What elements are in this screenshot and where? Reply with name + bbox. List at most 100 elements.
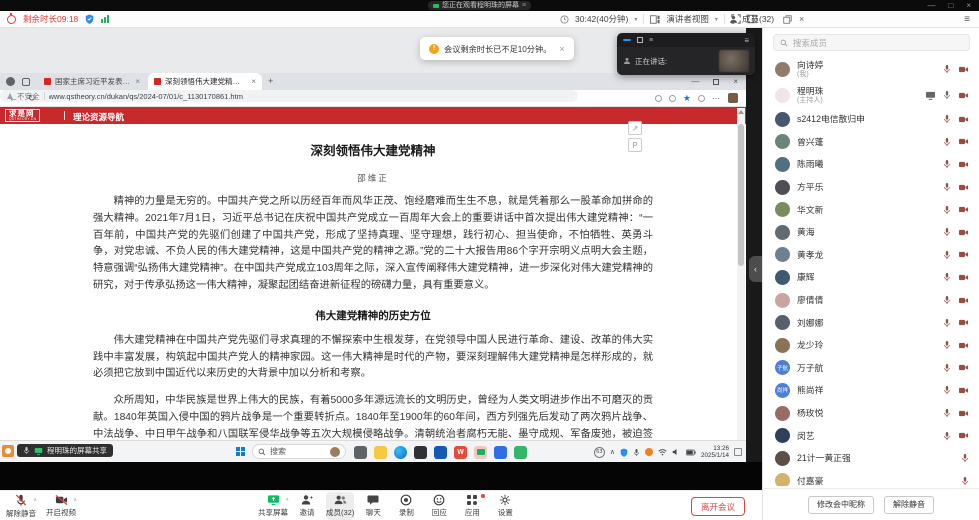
popout-panel-icon[interactable] (783, 15, 792, 24)
header-menu-icon[interactable]: ≡ (964, 11, 970, 27)
mic-off-icon (943, 431, 951, 441)
watching-label: 您正在观看程明珠的屏幕 (442, 1, 519, 10)
meeting-status-group: 剩余时长09:18 (7, 11, 109, 27)
participant-row[interactable]: 华文新 (763, 198, 979, 221)
participant-name: 熊尚祥 (797, 385, 823, 395)
participant-row[interactable]: 廖倩倩 (763, 289, 979, 312)
participant-row[interactable]: 程明珠 (主持人) (763, 82, 979, 108)
participant-row[interactable]: 向诗婷 (我) (763, 56, 979, 82)
article-content: 深刻领悟伟大建党精神 邵维正 精神的力量是无穷的。中国共产党之所以历经百年而风华… (0, 124, 746, 440)
speaking-label: 正在讲话: (635, 56, 667, 67)
badge-menu-icon[interactable]: ≡ (522, 1, 526, 10)
toast-close-icon[interactable]: × (559, 44, 564, 54)
url-field: 不安全 www.qstheory.cn/dukan/qs/2024-07/01/… (0, 90, 578, 102)
record-button[interactable]: 录制 (392, 492, 420, 520)
article-paragraph: 精神的力量是无穷的。中国共产党之所以历经百年而风华正茂、饱经磨难而生生不息，就是… (93, 194, 653, 295)
participant-row[interactable]: 闵艺 (763, 424, 979, 447)
speaker-video-panel[interactable]: ≡ ≡ 正在讲话: (617, 33, 755, 75)
close-button[interactable]: × (966, 0, 971, 11)
reaction-icon (433, 494, 445, 506)
maximize-button[interactable]: □ (948, 0, 953, 11)
panel-unmute-button[interactable]: 解除静音 (884, 496, 934, 514)
back-icon: ← (9, 90, 18, 106)
toast-message: 会议剩余时长已不足10分钟。 (444, 43, 551, 55)
security-shield-icon[interactable] (85, 14, 94, 24)
app-icon (434, 446, 447, 459)
site-logo: 求是网 QSTHEORY.CN (5, 109, 40, 122)
layout-grid-icon[interactable] (637, 37, 643, 43)
duration-caret-icon[interactable]: ▾ (634, 16, 637, 23)
meeting-duration-label[interactable]: 30:42(40分钟) (575, 13, 628, 25)
participant-row[interactable]: 尚祥 熊尚祥 (763, 379, 979, 402)
close-panel-icon[interactable]: × (799, 14, 804, 24)
tray-badge: 63 (594, 447, 605, 458)
speaker-video-thumbnail[interactable] (719, 50, 749, 72)
watching-screen-badge[interactable]: 您正在观看程明珠的屏幕 ≡ (428, 1, 531, 10)
screen-share-icon (925, 91, 936, 100)
screen-share-icon (34, 447, 43, 455)
members-header-group[interactable]: 成员(32) (729, 11, 774, 27)
folder-icon (374, 446, 387, 459)
reactions-button[interactable]: 回应 (425, 492, 453, 520)
participant-row[interactable]: 曾兴蓬 (763, 131, 979, 154)
mic-icon (23, 446, 30, 455)
minimize-button[interactable]: — (927, 0, 935, 11)
chat-button[interactable]: 聊天 (359, 492, 387, 520)
camera-off-icon (958, 250, 969, 259)
remaining-time-label: 剩余时长09:18 (23, 13, 78, 25)
top-title-bar: 您正在观看程明珠的屏幕 ≡ — □ × (0, 0, 979, 11)
participant-row[interactable]: 21计一黄正强 (763, 447, 979, 470)
taskbar-clock: 13:26 2025/1/14 (701, 445, 729, 459)
mic-options-caret[interactable]: ∧ (33, 497, 37, 503)
member-icon (729, 15, 738, 24)
search-members-input[interactable] (793, 38, 943, 48)
app-icon (414, 446, 427, 459)
avatar (775, 157, 790, 172)
participant-row[interactable]: s2412电信散归申 (763, 108, 979, 131)
camera-off-icon (958, 115, 969, 124)
video-panel-menu-icon[interactable]: ≡ (744, 36, 749, 45)
participant-row[interactable]: 龙少玲 (763, 334, 979, 357)
camera-off-icon (958, 318, 969, 327)
mic-off-icon (943, 318, 951, 328)
panel-collapse-handle[interactable]: ‹ (749, 256, 762, 282)
participant-row[interactable]: 刘娜娜 (763, 311, 979, 334)
participant-row[interactable]: 黄孝龙 (763, 244, 979, 267)
participant-row[interactable]: 黄海 (763, 221, 979, 244)
list-view-icon[interactable]: ≡ (649, 37, 653, 44)
invite-button[interactable]: 邀请 (293, 492, 321, 520)
camera-off-icon (958, 273, 969, 282)
minimize-video-icon[interactable] (623, 39, 631, 42)
video-panel-controls: ≡ ≡ (617, 33, 755, 47)
view-mode-label[interactable]: 演讲者视图 (666, 13, 709, 25)
meeting-controls-group: 30:42(40分钟) ▾ 演讲者视图 ▾ (560, 11, 757, 27)
scroll-up-icon (738, 110, 744, 114)
site-nav-label: 理论资源导航 (73, 111, 124, 123)
camera-off-icon (958, 296, 969, 305)
page-url: www.qstheory.cn/dukan/qs/2024-07/01/c_11… (49, 92, 243, 101)
participant-row[interactable]: 子航 万子航 (763, 357, 979, 380)
apps-button[interactable]: 应用 (458, 492, 486, 520)
share-options-caret[interactable]: ∧ (285, 497, 289, 503)
participant-row[interactable]: 康辉 (763, 266, 979, 289)
settings-button[interactable]: 设置 (491, 492, 519, 520)
share-screen-button[interactable]: 共享屏幕 ∧ (258, 492, 288, 520)
participant-row[interactable]: 付嘉豪 (763, 470, 979, 487)
avatar (775, 180, 790, 195)
participant-row[interactable]: 杨玫悦 (763, 402, 979, 425)
start-video-button[interactable]: 开启视频 ∧ (46, 492, 76, 520)
unmute-button[interactable]: 解除静音 ∧ (6, 492, 36, 520)
leave-meeting-button[interactable]: 离开会议 (691, 497, 745, 516)
members-button[interactable]: 成员(32) (326, 492, 354, 520)
participant-row[interactable]: 陈雨曦 (763, 153, 979, 176)
avatar (775, 247, 790, 262)
participant-row[interactable]: 方平乐 (763, 176, 979, 199)
view-mode-caret-icon[interactable]: ▾ (715, 16, 718, 23)
rename-button[interactable]: 修改会中昵称 (808, 496, 874, 514)
participant-role: (主持人) (797, 96, 823, 105)
participant-name: 曾兴蓬 (797, 137, 823, 147)
participant-search-box[interactable] (773, 34, 970, 51)
video-options-caret[interactable]: ∧ (73, 497, 77, 503)
avatar: 尚祥 (775, 383, 790, 398)
mic-off-icon (943, 182, 951, 192)
